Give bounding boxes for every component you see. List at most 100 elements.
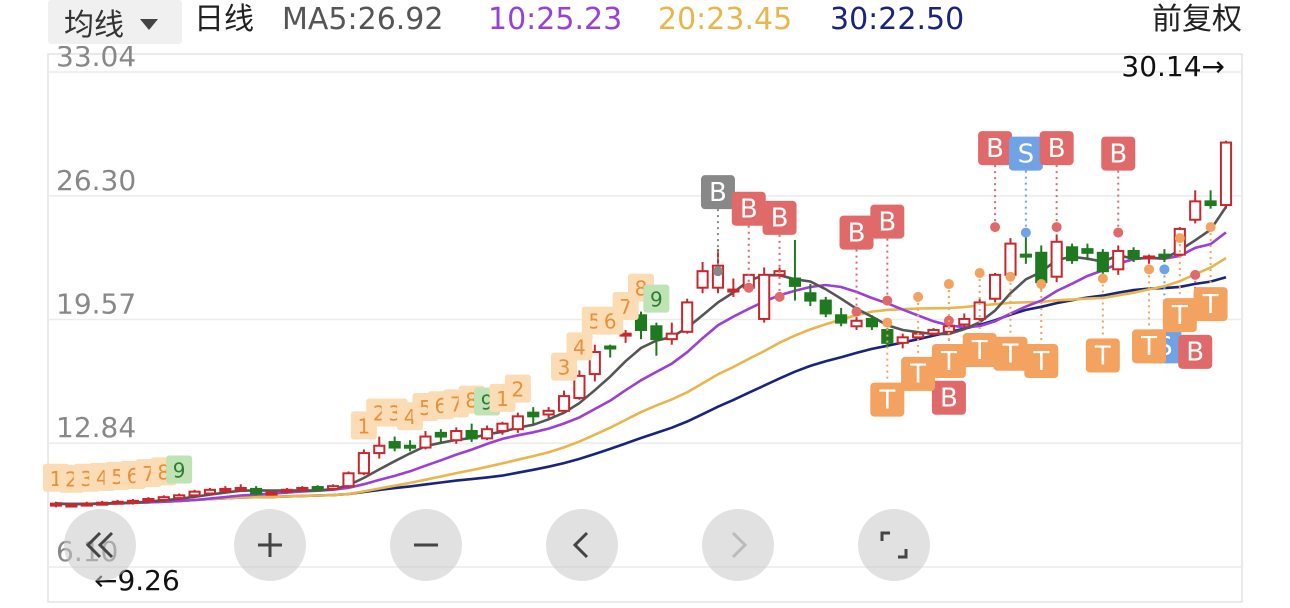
price-adjust-toggle[interactable]: 前复权 xyxy=(1152,2,1242,38)
candle-body-up xyxy=(511,415,524,431)
signal-label: B xyxy=(740,195,758,225)
signal-dot xyxy=(943,279,954,290)
ma-type-label: 均线 xyxy=(64,8,124,43)
minus-icon xyxy=(414,543,438,547)
candle-body-down xyxy=(403,444,417,449)
scroll-left-button[interactable] xyxy=(546,509,618,581)
signal-label: T xyxy=(909,360,926,390)
signal-label: B xyxy=(986,134,1004,164)
candle xyxy=(373,436,386,459)
signal-label: T xyxy=(1202,290,1219,320)
candle xyxy=(681,298,694,334)
candle xyxy=(1142,254,1156,264)
candle-body-down xyxy=(1204,200,1217,207)
candle xyxy=(988,273,1002,303)
kline-chart[interactable]: 33.0426.3019.5712.846.10 123456789123456… xyxy=(0,40,1290,604)
signal-label: T xyxy=(1032,347,1049,377)
candle xyxy=(327,484,340,490)
candle-body-up xyxy=(80,502,93,507)
signal-dot xyxy=(1097,273,1108,284)
candle-body-up xyxy=(342,472,355,488)
candle-body-up xyxy=(1142,255,1156,260)
scroll-right-button[interactable] xyxy=(702,509,774,581)
candle-body-up xyxy=(96,501,109,506)
signal-dot xyxy=(712,266,723,277)
signal-label: T xyxy=(1171,301,1188,331)
y-tick-label: 26.30 xyxy=(56,164,136,197)
candle xyxy=(758,267,771,323)
period-label[interactable]: 日线 xyxy=(194,2,254,38)
signal-label: B xyxy=(878,207,896,237)
double-left-icon xyxy=(85,531,114,559)
candle-body-up xyxy=(373,444,386,455)
candle xyxy=(296,486,309,492)
candle-body-up xyxy=(327,485,340,490)
candle xyxy=(650,322,663,356)
candle-body-down xyxy=(804,292,817,302)
candle-body-down xyxy=(835,314,848,324)
td-count-tag: 2 xyxy=(504,374,531,403)
signal-label: B xyxy=(940,384,958,414)
trade-signal-marker: B xyxy=(870,204,905,306)
candle-body-up xyxy=(157,496,170,501)
candle-body-up xyxy=(665,332,678,341)
candle xyxy=(465,423,478,443)
candle-body-up xyxy=(419,435,432,449)
candle-body-down xyxy=(1019,253,1032,258)
fullscreen-icon xyxy=(880,531,908,559)
candle xyxy=(665,322,678,345)
candle-body-up xyxy=(496,422,509,433)
candle-body-up xyxy=(126,499,140,504)
zoom-out-button[interactable] xyxy=(390,509,462,581)
candle xyxy=(1219,140,1233,209)
candle xyxy=(527,407,540,424)
signal-dot xyxy=(774,291,785,302)
candle-body-up xyxy=(65,503,78,508)
candle-body-up xyxy=(480,428,494,440)
candle-body-up xyxy=(988,273,1002,300)
ma10-value: 10:25.23 xyxy=(488,2,623,37)
ma30-value: 30:22.50 xyxy=(830,2,965,37)
candle-body-down xyxy=(527,411,540,418)
signal-label: T xyxy=(1002,340,1019,370)
candle-body-up xyxy=(1112,249,1125,271)
signal-label: B xyxy=(771,204,789,234)
td-count-tag-label: 9 xyxy=(650,288,663,312)
trade-signal-marker: T xyxy=(1085,273,1120,373)
signal-label: B xyxy=(1186,338,1204,368)
ma-type-dropdown[interactable]: 均线 xyxy=(48,0,182,44)
candle xyxy=(881,328,894,347)
candle xyxy=(927,328,940,336)
td-count-tag: 4 xyxy=(566,332,593,361)
signal-label: T xyxy=(878,385,895,415)
candle-body-up xyxy=(357,452,370,475)
candle-body-down xyxy=(1065,246,1079,262)
candle-body-up xyxy=(696,270,709,289)
candle xyxy=(280,487,294,494)
candle xyxy=(96,500,109,506)
y-tick-label: 19.57 xyxy=(56,288,136,321)
candle xyxy=(250,486,263,496)
candle-body-down xyxy=(250,487,263,495)
signal-dot xyxy=(1005,271,1016,282)
candle xyxy=(142,497,155,503)
candle-body-down xyxy=(1081,248,1094,254)
candle xyxy=(1112,245,1125,275)
candle xyxy=(80,501,93,507)
signal-dot xyxy=(1020,227,1031,238)
candle-body-down xyxy=(434,431,447,438)
fullscreen-button[interactable] xyxy=(858,509,930,581)
candle-body-up xyxy=(542,409,555,416)
candle xyxy=(1019,236,1032,264)
candle xyxy=(819,296,832,318)
td-count-tag: 9 xyxy=(166,455,193,484)
candle xyxy=(157,495,170,502)
candle-body-up xyxy=(1189,200,1202,221)
candle xyxy=(1096,249,1109,275)
max-price-label: 30.14→ xyxy=(1121,50,1225,83)
jump-start-button[interactable] xyxy=(64,509,136,581)
candle-body-down xyxy=(865,317,879,328)
td-count-tag-label: 9 xyxy=(173,459,186,483)
zoom-in-button[interactable] xyxy=(234,509,306,581)
candle xyxy=(1158,249,1171,262)
